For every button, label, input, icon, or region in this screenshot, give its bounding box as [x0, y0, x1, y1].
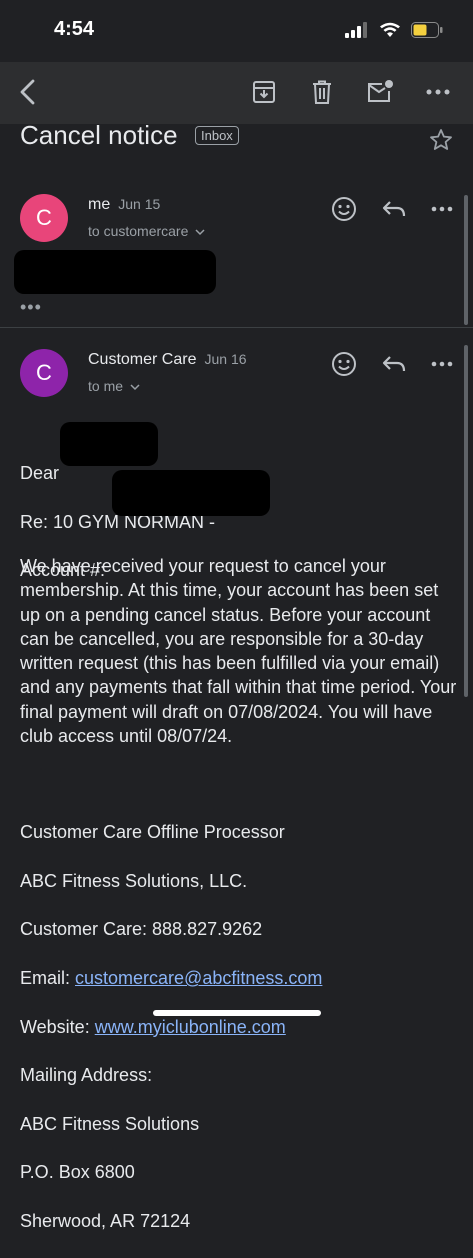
cellular-signal-icon: [345, 22, 367, 38]
mark-unread-button[interactable]: [364, 76, 396, 108]
expand-quoted-button[interactable]: •••: [20, 297, 42, 318]
recipient-line[interactable]: to me: [88, 378, 140, 394]
more-icon[interactable]: [431, 360, 453, 368]
website-link[interactable]: www.myiclubonline.com: [95, 1017, 286, 1037]
archive-icon: [253, 81, 275, 103]
redacted-name: [60, 422, 158, 466]
mailing-label: Mailing Address:: [20, 1065, 153, 1086]
status-time: 4:54: [54, 18, 95, 40]
email-subject: Cancel notice: [20, 120, 178, 150]
more-options-button[interactable]: [422, 76, 454, 108]
more-icon[interactable]: [431, 205, 453, 213]
message-date: Jun 15: [118, 196, 161, 212]
home-indicator[interactable]: [153, 1010, 321, 1016]
message-divider: [0, 327, 473, 328]
scrollbar-thumb-1[interactable]: [464, 195, 468, 325]
back-button[interactable]: [12, 76, 44, 108]
address-line-3: Sherwood, AR 72124: [20, 1211, 191, 1232]
email-toolbar: [0, 62, 473, 124]
signature-company: ABC Fitness Solutions, LLC.: [20, 870, 248, 891]
address-line-1: ABC Fitness Solutions: [20, 1113, 200, 1134]
sender-name: Customer Care: [88, 351, 197, 368]
avatar: C: [20, 194, 68, 242]
chevron-down-icon: [130, 384, 140, 391]
signature-phone: Customer Care: 888.827.9262: [20, 919, 263, 940]
message-header-1[interactable]: C me Jun 15 to customercare: [20, 194, 453, 254]
star-icon: [430, 129, 452, 150]
message-header-2[interactable]: C Customer Care Jun 16 to me: [20, 349, 453, 409]
wifi-icon: [380, 22, 400, 37]
email-link[interactable]: customercare@abcfitness.com: [75, 968, 322, 988]
signature-block: Customer Care Offline Processor ABC Fitn…: [20, 796, 461, 1258]
delete-icon: [313, 80, 331, 104]
signature-name: Customer Care Offline Processor: [20, 822, 285, 843]
message-actions: [331, 351, 453, 377]
emoji-icon[interactable]: [331, 351, 357, 377]
message-paragraph: We have received your request to cancel …: [20, 556, 457, 747]
status-bar: 4:54: [0, 0, 473, 62]
reply-icon[interactable]: [381, 353, 407, 375]
redacted-account: [112, 470, 270, 516]
avatar: C: [20, 349, 68, 397]
emoji-icon[interactable]: [331, 196, 357, 222]
sender-name: me: [88, 196, 111, 213]
recipient-text: to me: [88, 378, 124, 394]
chevron-down-icon: [195, 229, 205, 236]
more-icon: [426, 89, 450, 95]
signature-email: Email: customercare@abcfitness.com: [20, 968, 323, 989]
reply-icon[interactable]: [381, 198, 407, 220]
inbox-label-chip[interactable]: Inbox: [195, 126, 239, 145]
message-actions: [331, 196, 453, 222]
status-icons: [345, 22, 443, 38]
mark-unread-icon: [368, 80, 393, 102]
sender-line: Customer Care Jun 16: [88, 351, 247, 369]
subject-row: Cancel notice Inbox: [20, 118, 453, 158]
redacted-snippet: [14, 250, 216, 294]
archive-button[interactable]: [248, 76, 280, 108]
recipient-text: to customercare: [88, 223, 189, 239]
recipient-line[interactable]: to customercare: [88, 223, 205, 239]
message-date: Jun 16: [204, 351, 247, 367]
star-button[interactable]: [429, 128, 453, 157]
back-icon: [20, 79, 35, 105]
scrollbar-thumb-2[interactable]: [464, 345, 468, 697]
sender-line: me Jun 15: [88, 196, 160, 214]
signature-website: Website: www.myiclubonline.com: [20, 1016, 286, 1037]
delete-button[interactable]: [306, 76, 338, 108]
address-line-2: P.O. Box 6800: [20, 1162, 135, 1183]
battery-icon: [411, 22, 443, 38]
